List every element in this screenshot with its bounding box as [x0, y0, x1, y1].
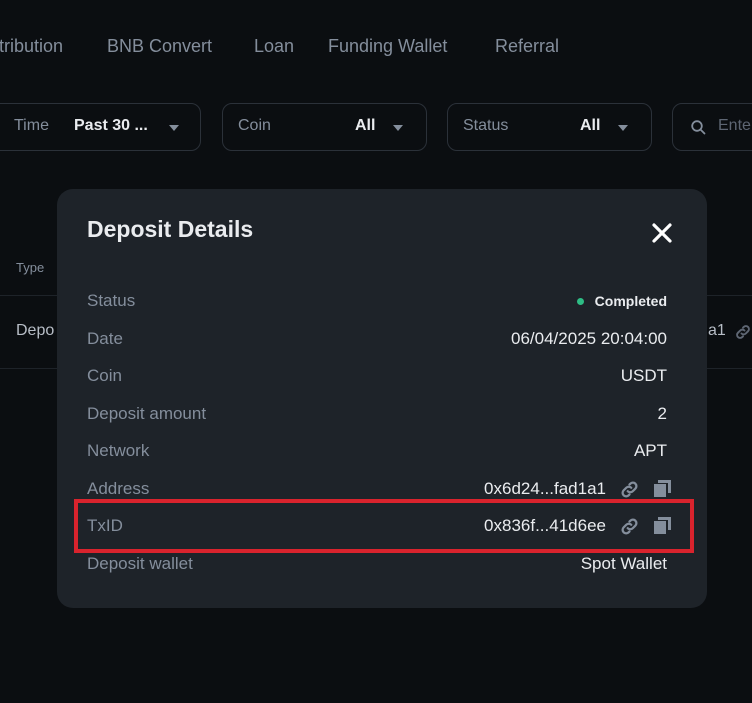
deposit-amount-label: Deposit amount — [87, 404, 207, 423]
date-row: Date 06/04/2025 20:04:00 — [87, 327, 667, 351]
network-value: APT — [633, 441, 667, 460]
search-box[interactable]: Ente — [672, 103, 752, 151]
table-cell-address: a1 — [708, 322, 726, 339]
network-label: Network — [87, 441, 150, 460]
coin-filter-label: Coin — [238, 117, 271, 134]
status-filter-value: All — [580, 117, 601, 134]
tab-distribution[interactable]: tribution — [0, 36, 63, 57]
coin-filter-value: All — [355, 117, 376, 134]
close-icon[interactable] — [651, 222, 673, 244]
date-value: 06/04/2025 20:04:00 — [511, 329, 667, 348]
status-filter[interactable]: Status All — [447, 103, 652, 151]
column-header-type: Type — [16, 260, 45, 275]
deposit-amount-value: 2 — [657, 404, 667, 423]
status-row: Status Completed — [87, 289, 667, 313]
deposit-wallet-value: Spot Wallet — [580, 554, 667, 573]
address-label: Address — [87, 479, 150, 498]
time-filter-label: Time — [14, 117, 49, 134]
time-filter[interactable]: Time Past 30 ... — [0, 103, 201, 151]
status-filter-label: Status — [463, 117, 509, 134]
deposit-wallet-row: Deposit wallet Spot Wallet — [87, 552, 667, 576]
network-row: Network APT — [87, 439, 667, 463]
tab-funding-wallet[interactable]: Funding Wallet — [328, 36, 447, 57]
status-badge: Completed — [576, 293, 667, 309]
time-filter-value: Past 30 ... — [74, 117, 148, 134]
address-row: Address 0x6d24...fad1a1 — [87, 477, 671, 501]
coin-value: USDT — [620, 366, 667, 385]
search-input[interactable]: Ente — [718, 117, 751, 135]
tab-bnb-convert[interactable]: BNB Convert — [107, 36, 212, 57]
link-icon[interactable] — [619, 479, 640, 500]
link-icon[interactable] — [734, 323, 752, 341]
txid-highlight-box — [74, 499, 694, 553]
address-value: 0x6d24...fad1a1 — [484, 479, 606, 498]
tab-referral[interactable]: Referral — [495, 36, 559, 57]
chevron-down-icon — [169, 125, 179, 131]
status-label: Status — [87, 291, 136, 310]
search-icon — [691, 120, 706, 135]
date-label: Date — [87, 329, 123, 348]
coin-row: Coin USDT — [87, 364, 667, 388]
chevron-down-icon — [393, 125, 403, 131]
deposit-amount-row: Deposit amount 2 — [87, 402, 667, 426]
coin-filter[interactable]: Coin All — [222, 103, 427, 151]
tab-loan[interactable]: Loan — [254, 36, 294, 57]
status-value: Completed — [594, 293, 667, 309]
modal-title: Deposit Details — [87, 216, 254, 242]
coin-label: Coin — [87, 366, 122, 385]
table-cell-type: Depo — [16, 322, 55, 339]
status-dot — [576, 297, 584, 305]
deposit-wallet-label: Deposit wallet — [87, 554, 193, 573]
chevron-down-icon — [618, 125, 628, 131]
copy-icon[interactable] — [653, 479, 672, 498]
